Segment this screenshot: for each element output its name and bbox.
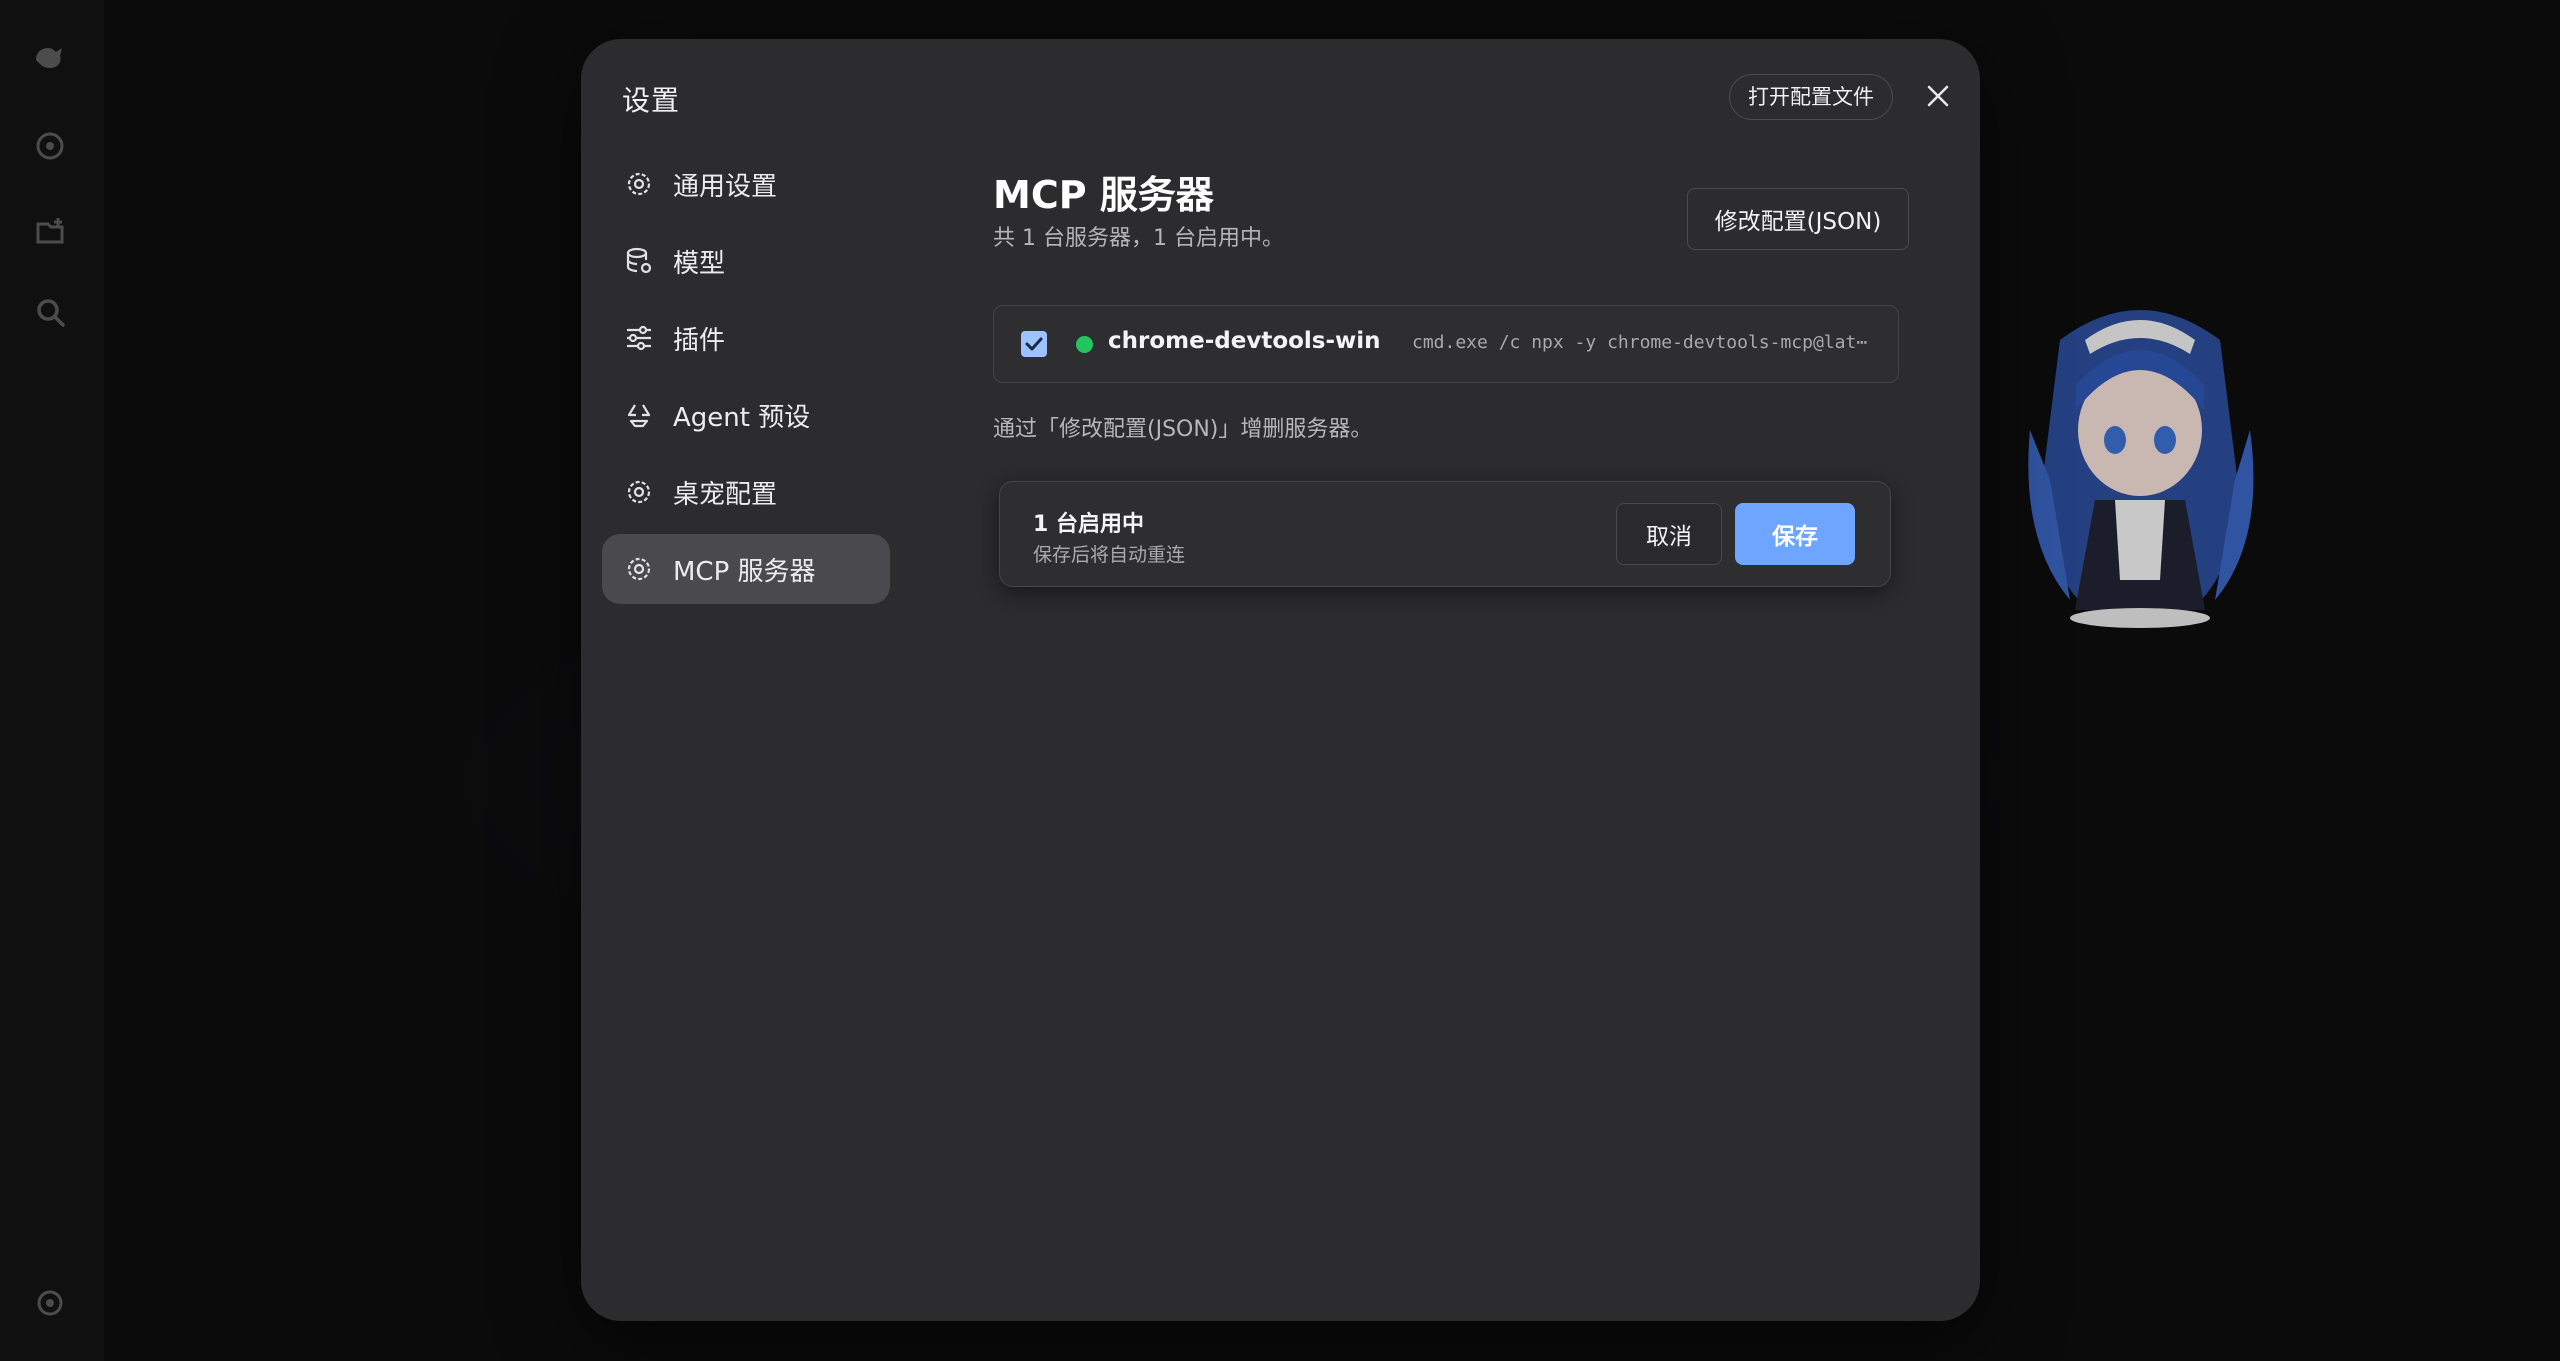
server-row[interactable]: chrome-devtools-win cmd.exe /c npx -y ch…	[993, 305, 1899, 383]
sidebar-item-label: MCP 服务器	[673, 556, 816, 587]
sidebar-item-mcp-servers[interactable]: MCP 服务器	[602, 534, 890, 604]
sidebar-item-model[interactable]: 模型	[602, 226, 890, 296]
sidebar-item-desktop-pet[interactable]: 桌宠配置	[602, 457, 890, 527]
modal-title: 设置	[622, 84, 681, 117]
server-enabled-checkbox[interactable]	[1021, 331, 1047, 357]
enabled-count-text: 1 台启用中	[1033, 512, 1144, 537]
desktop-pet-mascot[interactable]	[1990, 280, 2290, 640]
chat-icon[interactable]	[30, 126, 70, 166]
recycle-icon	[623, 399, 655, 431]
server-command: cmd.exe /c npx -y chrome-devtools-mcp@la…	[1412, 332, 1868, 353]
save-bar: 1 台启用中 保存后将自动重连 取消 保存	[999, 481, 1891, 587]
search-icon[interactable]	[30, 292, 70, 332]
sidebar-item-label: 通用设置	[673, 171, 778, 202]
page-title: MCP 服务器	[993, 173, 1214, 217]
sliders-icon	[623, 322, 655, 354]
close-icon[interactable]	[1921, 79, 1955, 113]
gear-icon	[623, 168, 655, 200]
save-button[interactable]: 保存	[1735, 503, 1855, 565]
open-config-file-button[interactable]: 打开配置文件	[1729, 74, 1893, 120]
app-rail	[0, 0, 104, 1361]
gear-icon	[623, 553, 655, 585]
server-status-dot	[1076, 336, 1093, 353]
database-icon	[623, 245, 655, 277]
save-note-text: 保存后将自动重连	[1033, 544, 1186, 566]
sidebar-item-label: Agent 预设	[673, 402, 811, 433]
page-subtitle: 共 1 台服务器，1 台启用中。	[993, 226, 1284, 251]
gear-icon	[623, 476, 655, 508]
sidebar-item-label: 桌宠配置	[673, 479, 778, 510]
sidebar-item-label: 插件	[673, 325, 726, 356]
settings-icon[interactable]	[30, 1283, 70, 1323]
settings-sidebar: 通用设置 模型 插件 Agent 预设 桌宠配置 MCP 服务器	[602, 149, 890, 611]
sidebar-item-label: 模型	[673, 248, 726, 279]
sidebar-item-general[interactable]: 通用设置	[602, 149, 890, 219]
hint-text: 通过「修改配置(JSON)」增删服务器。	[993, 417, 1373, 442]
app-logo-icon	[30, 38, 70, 78]
cancel-button[interactable]: 取消	[1616, 503, 1722, 565]
sidebar-item-plugins[interactable]: 插件	[602, 303, 890, 373]
new-folder-icon[interactable]	[30, 212, 70, 252]
sidebar-item-agent-presets[interactable]: Agent 预设	[602, 380, 890, 450]
settings-modal: 设置 打开配置文件 通用设置 模型 插件 Agent 预设 桌宠配置 MCP 服…	[581, 39, 1980, 1321]
edit-json-config-button[interactable]: 修改配置(JSON)	[1687, 188, 1909, 250]
server-name: chrome-devtools-win	[1108, 328, 1381, 354]
